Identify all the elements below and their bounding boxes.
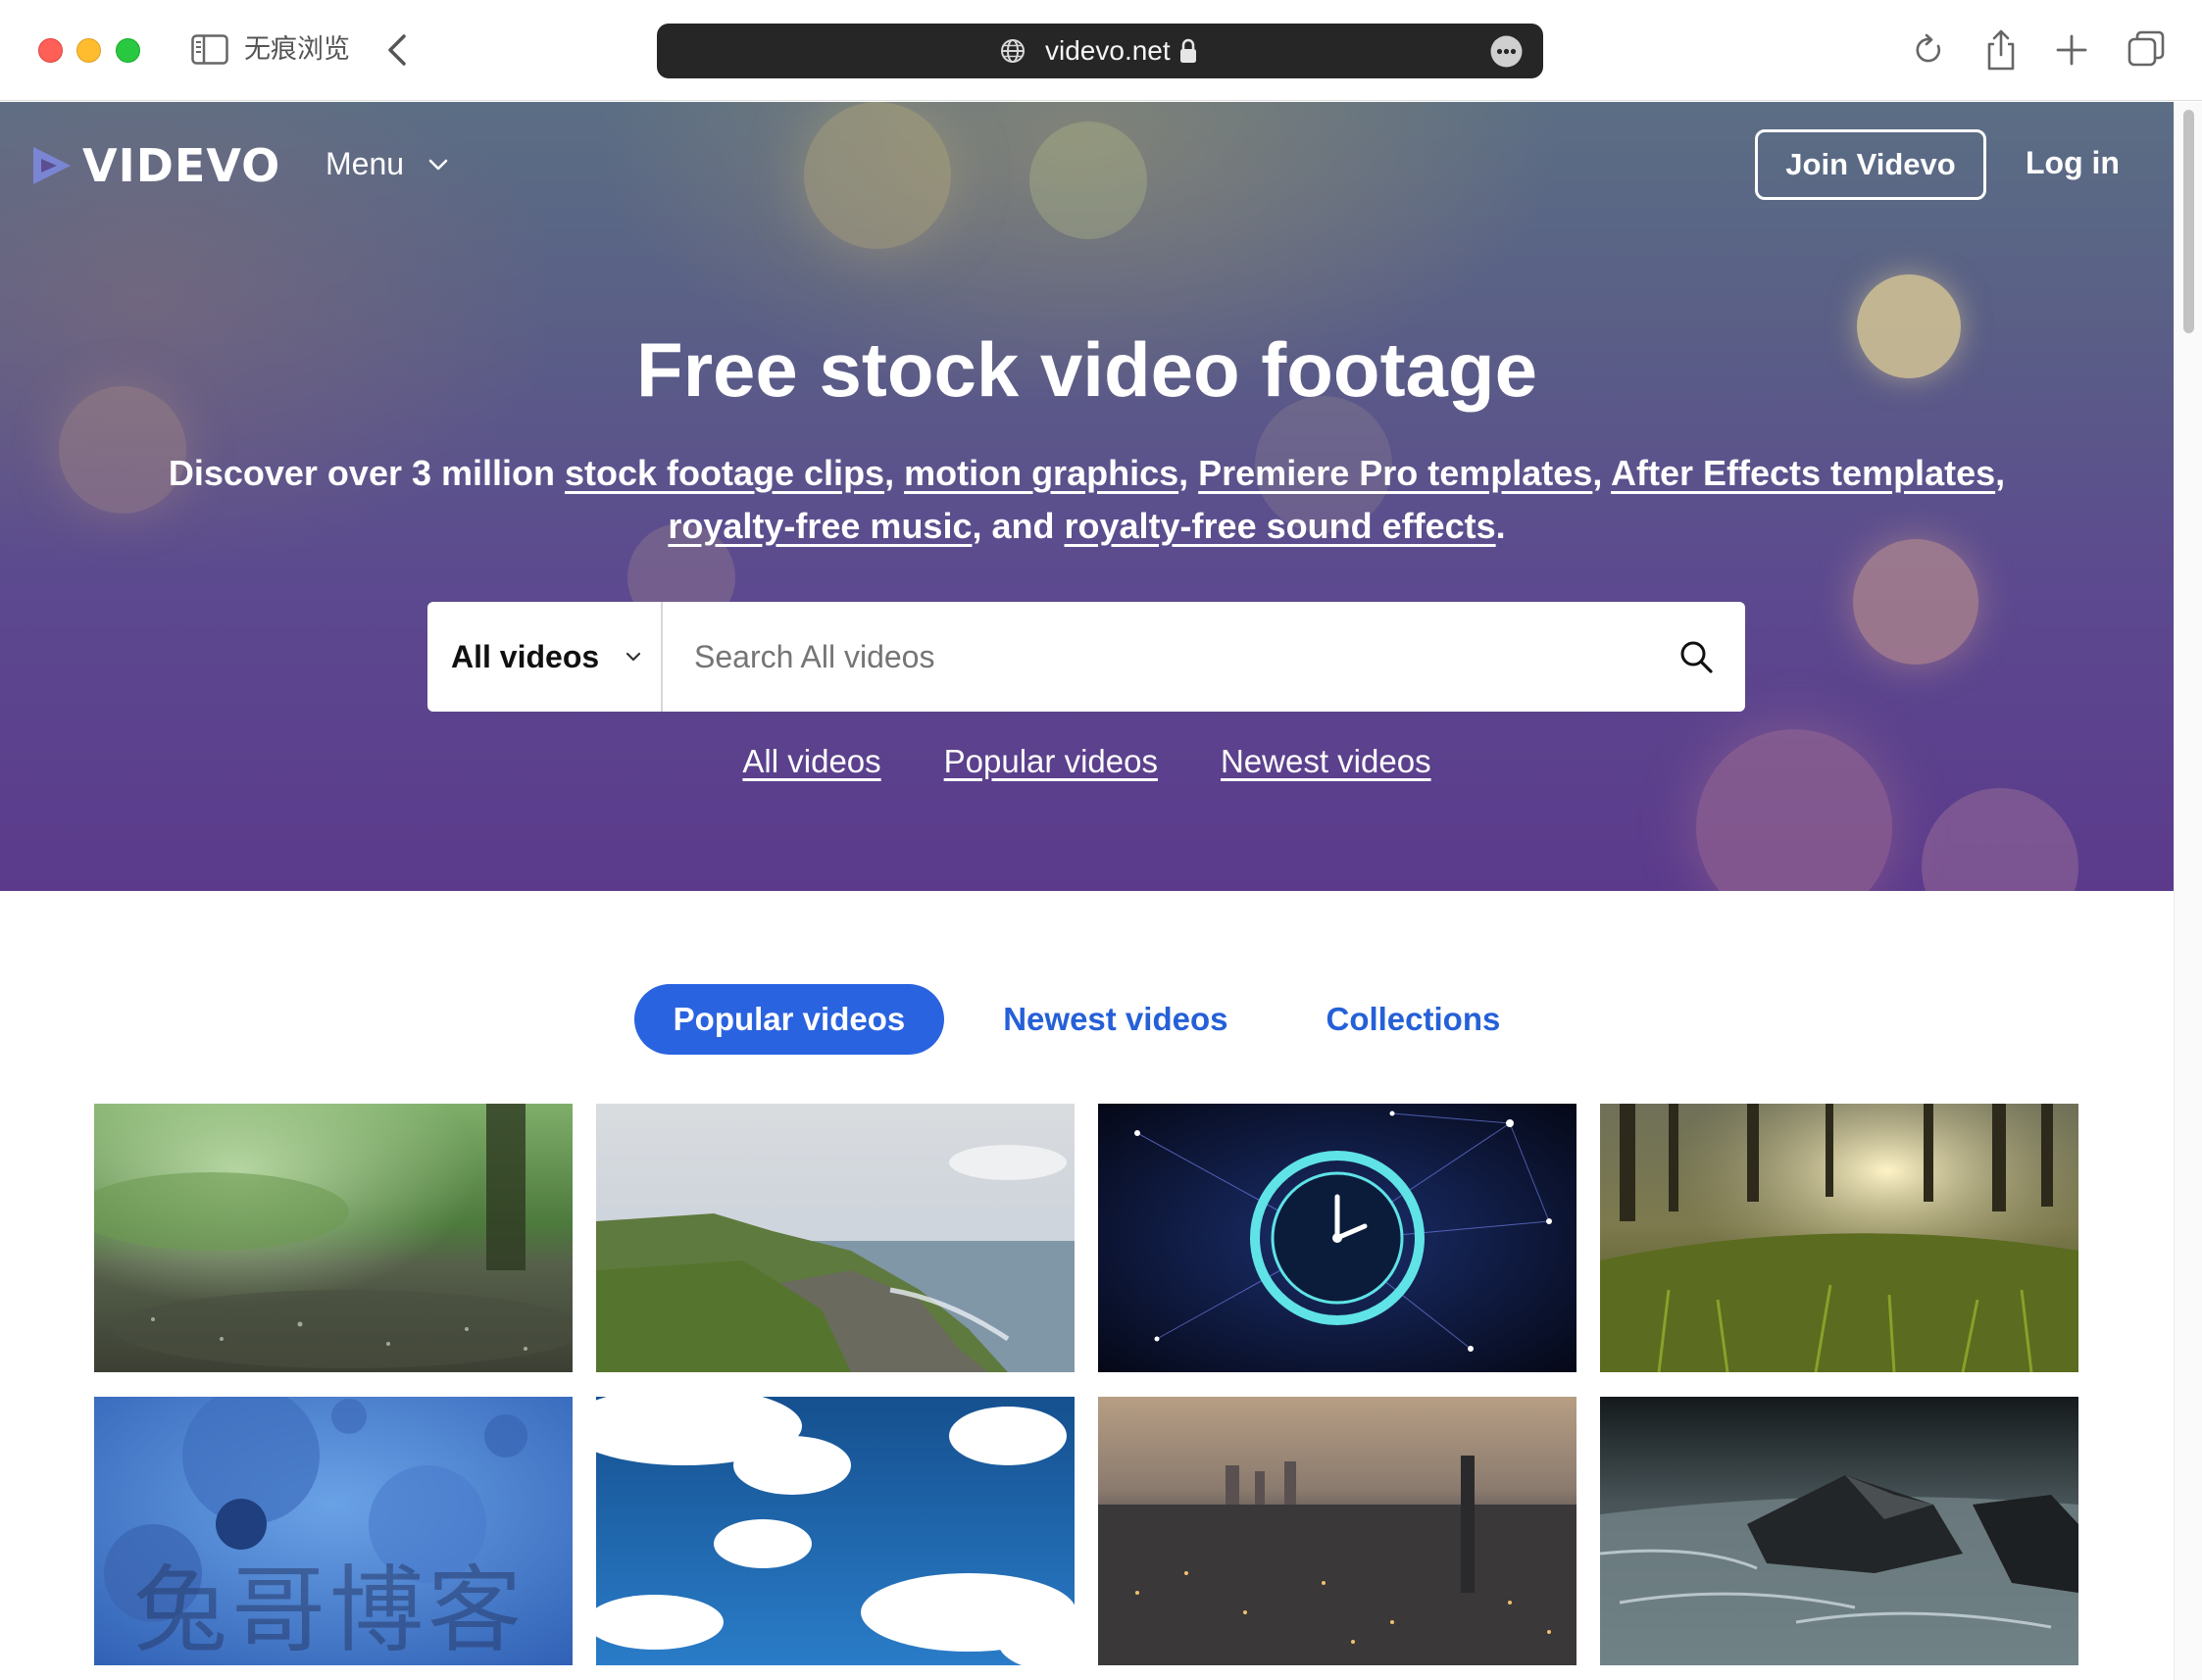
all-videos-link[interactable]: All videos [742, 743, 880, 780]
tabs-overview-icon[interactable] [2124, 27, 2169, 73]
watermark-text: 兔哥博客 [133, 1556, 525, 1665]
video-thumbnail[interactable] [596, 1104, 1075, 1372]
sidebar-icon[interactable] [191, 34, 228, 65]
share-icon[interactable] [1978, 27, 2024, 73]
globe-icon [1001, 39, 1025, 63]
reload-icon[interactable] [1906, 27, 1951, 73]
forest-grass-image [1600, 1104, 2078, 1372]
join-button[interactable]: Join Videvo [1755, 129, 1986, 200]
royalty-free-music-link[interactable]: royalty-free music [668, 506, 972, 546]
tab-popular-videos[interactable]: Popular videos [633, 984, 945, 1055]
minimize-window-button[interactable] [76, 38, 101, 63]
hero-subtitle-end: . [1495, 506, 1506, 546]
tab-collections[interactable]: Collections [1286, 984, 1539, 1055]
back-icon[interactable] [384, 32, 410, 68]
lock-icon [1180, 38, 1196, 63]
more-icon[interactable] [1490, 35, 1523, 68]
zoom-window-button[interactable] [116, 38, 140, 63]
url-text: videvo.net [1045, 35, 1171, 66]
search-input[interactable] [663, 602, 1647, 712]
premiere-pro-templates-link[interactable]: Premiere Pro templates [1198, 453, 1592, 493]
search-button[interactable] [1647, 602, 1745, 712]
hero-subtitle: Discover over 3 million stock footage cl… [168, 453, 2006, 546]
menu-dropdown[interactable]: Menu [325, 146, 449, 182]
chevron-down-icon [428, 159, 448, 170]
rain-forest-image [94, 1104, 573, 1372]
video-tabs: Popular videos Newest videos Collections [0, 984, 2174, 1055]
motion-graphics-link[interactable]: motion graphics [904, 453, 1178, 493]
play-logo-icon [33, 147, 71, 184]
video-thumbnail[interactable] [1600, 1104, 2078, 1372]
clock-network-image [1098, 1104, 1576, 1372]
search-icon [1680, 641, 1713, 673]
hero-subtitle-prefix: Discover over 3 million [168, 453, 565, 493]
scrollbar-thumb[interactable] [2183, 110, 2194, 333]
video-thumbnail[interactable] [596, 1397, 1075, 1665]
video-thumbnail[interactable] [1098, 1104, 1576, 1372]
address-bar[interactable]: videvo.net [657, 24, 1543, 78]
new-tab-icon[interactable] [2049, 27, 2094, 73]
clouds-sky-image [596, 1397, 1075, 1665]
search-type-select[interactable]: All videos [427, 602, 663, 712]
menu-label: Menu [325, 146, 405, 181]
search-type-label: All videos [451, 638, 600, 674]
video-grid: 兔哥博客 [94, 1104, 2078, 1665]
sound-effects-link[interactable]: royalty-free sound effects [1065, 506, 1496, 546]
login-link[interactable]: Log in [2026, 145, 2120, 181]
tab-newest-videos[interactable]: Newest videos [964, 984, 1267, 1055]
page-title: Free stock video footage [636, 326, 1537, 413]
videvo-logo[interactable]: VIDEVO [29, 139, 281, 192]
video-thumbnail[interactable] [1098, 1397, 1576, 1665]
web-page: VIDEVO Menu Join Videvo Log in Free stoc… [0, 102, 2174, 1680]
logo-text: VIDEVO [82, 139, 281, 192]
hero-subtitle-and: , and [972, 506, 1065, 546]
private-browsing-label: 无痕浏览 [244, 34, 350, 65]
city-skyline-image [1098, 1397, 1576, 1665]
search-bar: All videos [427, 602, 1745, 712]
popular-videos-link[interactable]: Popular videos [944, 743, 1158, 780]
close-window-button[interactable] [38, 38, 63, 63]
newest-videos-link[interactable]: Newest videos [1221, 743, 1431, 780]
river-rocks-image [1600, 1397, 2078, 1665]
hero-section: VIDEVO Menu Join Videvo Log in Free stoc… [0, 102, 2174, 891]
coastline-image [596, 1104, 1075, 1372]
stock-footage-link[interactable]: stock footage clips [565, 453, 884, 493]
video-thumbnail[interactable]: 兔哥博客 [94, 1397, 573, 1665]
video-thumbnail[interactable] [94, 1104, 573, 1372]
chevron-down-icon [626, 652, 641, 662]
browser-toolbar: 无痕浏览 videvo.net [0, 0, 2202, 101]
scrollbar[interactable] [2174, 102, 2202, 1680]
video-thumbnail[interactable] [1600, 1397, 2078, 1665]
quick-links: All videos Popular videos Newest videos [0, 743, 2174, 780]
after-effects-templates-link[interactable]: After Effects templates [1611, 453, 1995, 493]
